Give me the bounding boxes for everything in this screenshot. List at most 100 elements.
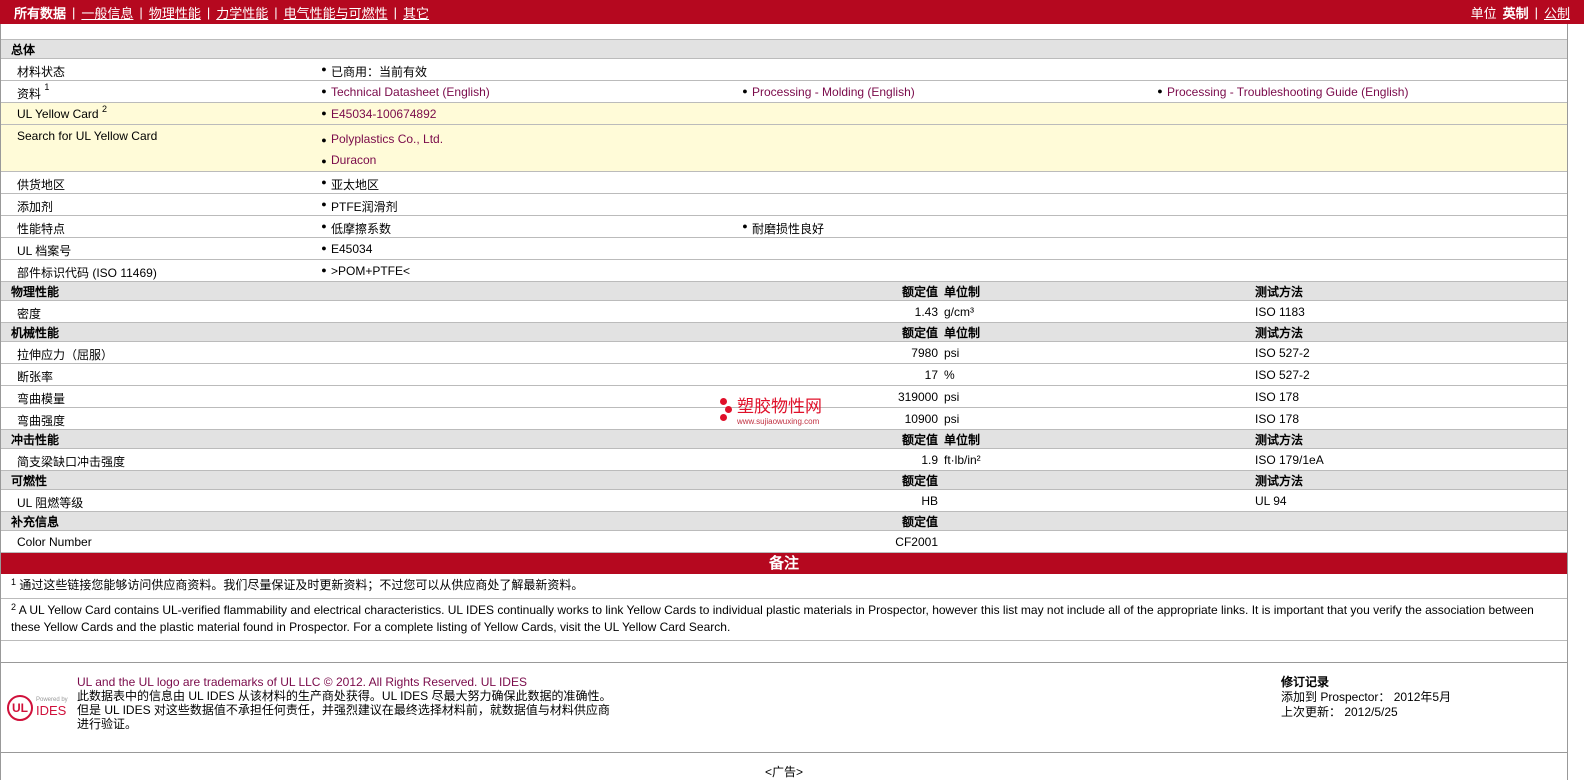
property-value: 17 xyxy=(924,368,938,382)
row-label: UL Yellow Card 2 xyxy=(17,104,107,121)
property-unit xyxy=(938,490,1255,511)
note-2: 2 A UL Yellow Card contains UL-verified … xyxy=(1,599,1567,641)
unit-label: 单位 xyxy=(1470,5,1497,21)
property-unit: ft·lb/in² xyxy=(944,453,981,467)
bullet-icon: ● xyxy=(321,135,327,145)
test-method: ISO 178 xyxy=(1255,412,1300,426)
row-label: Search for UL Yellow Card xyxy=(17,129,158,143)
property-unit: psi xyxy=(944,412,960,426)
ul-ides-logo: UL Powered by IDES xyxy=(7,675,77,740)
link[interactable]: Polyplastics Co., Ltd. xyxy=(331,129,443,149)
link[interactable]: Processing - Molding (English) xyxy=(752,85,915,99)
row-label: 材料状态 xyxy=(17,65,66,79)
watermark: 塑胶物性网 www.sujiaowuxing.com xyxy=(719,392,822,426)
value: PTFE润滑剂 xyxy=(331,200,398,214)
link[interactable]: Technical Datasheet (English) xyxy=(331,85,490,99)
test-method: ISO 179/1eA xyxy=(1255,453,1324,467)
disclaimer-text: 此数据表中的信息由 UL IDES 从该材料的生产商处获得。UL IDES 尽最… xyxy=(77,689,612,731)
link[interactable]: E45034-100674892 xyxy=(331,107,436,121)
nav-all-data[interactable]: 所有数据 xyxy=(14,3,66,22)
test-method: UL 94 xyxy=(1255,494,1287,508)
trademark-text[interactable]: UL and the UL logo are trademarks of UL … xyxy=(77,675,617,689)
bullet-icon: ● xyxy=(321,265,327,275)
property-value: 319000 xyxy=(897,390,938,404)
general-row: 材料状态 ● 已商用：当前有效 xyxy=(1,59,1567,81)
property-unit: psi xyxy=(944,390,960,404)
bullet-icon: ● xyxy=(321,64,327,74)
general-row: UL Yellow Card 2 ● E45034-100674892 xyxy=(1,103,1567,125)
bullet-icon: ● xyxy=(321,221,327,231)
link[interactable]: Duracon xyxy=(331,150,376,170)
general-row: 添加剂 ● PTFE润滑剂 xyxy=(1,194,1567,216)
section-header: 机械性能 额定值 单位制 测试方法 xyxy=(1,323,1567,342)
section-header: 冲击性能 额定值 单位制 测试方法 xyxy=(1,430,1567,449)
general-row: 性能特点 ● 低摩擦系数 ● 耐磨损性良好 xyxy=(1,216,1567,238)
nav-mechanical[interactable]: 力学性能 xyxy=(216,3,268,22)
bullet-icon: ● xyxy=(742,86,748,96)
nav-other[interactable]: 其它 xyxy=(403,3,429,22)
row-label: 资料 1 xyxy=(17,82,50,101)
property-value: HB xyxy=(921,494,938,508)
property-row: 拉伸应力（屈服） 7980 psi ISO 527-2 xyxy=(1,342,1567,364)
property-row: UL 阻燃等级 HB UL 94 xyxy=(1,490,1567,512)
footer: UL Powered by IDES UL and the UL logo are … xyxy=(1,663,1567,753)
property-row: 密度 1.43 g/cm³ ISO 1183 xyxy=(1,301,1567,323)
row-label: 添加剂 xyxy=(17,200,54,214)
bullet-icon: ● xyxy=(1157,86,1163,96)
unit-imperial: 英制 xyxy=(1502,5,1529,21)
section-header: 补充信息 额定值 xyxy=(1,512,1567,531)
section-general: 总体 xyxy=(1,40,1567,59)
notes-title: 备注 xyxy=(1,553,1567,574)
value: 耐磨损性良好 xyxy=(752,222,825,236)
test-method: ISO 527-2 xyxy=(1255,368,1310,382)
section-header: 可燃性 额定值 测试方法 xyxy=(1,471,1567,490)
bullet-icon: ● xyxy=(321,199,327,209)
bullet-icon: ● xyxy=(742,221,748,231)
nav-general[interactable]: 一般信息 xyxy=(81,3,133,22)
row-label: UL 档案号 xyxy=(17,244,72,258)
property-value: 10900 xyxy=(904,412,938,426)
value: E45034 xyxy=(331,242,373,256)
property-unit xyxy=(938,531,1255,552)
property-row: Color Number CF2001 xyxy=(1,531,1567,553)
bullet-icon: ● xyxy=(321,86,327,96)
unit-metric-link[interactable]: 公制 xyxy=(1544,3,1570,22)
bullet-icon: ● xyxy=(321,243,327,253)
value: 低摩擦系数 xyxy=(331,222,392,236)
property-unit: g/cm³ xyxy=(944,305,974,319)
value: >POM+PTFE< xyxy=(331,264,411,278)
nav-electrical[interactable]: 电气性能与可燃性 xyxy=(284,3,388,22)
link[interactable]: Processing - Troubleshooting Guide (Engl… xyxy=(1167,85,1408,99)
bullet-icon: ● xyxy=(321,177,327,187)
general-row: UL 档案号 ● E45034 xyxy=(1,238,1567,260)
category-nav: 所有数据 | 一般信息 | 物理性能 | 力学性能 | 电气性能与可燃性 | 其它 单位 … xyxy=(0,0,1584,24)
property-value: CF2001 xyxy=(895,535,938,549)
property-row: 简支梁缺口冲击强度 1.9 ft·lb/in² ISO 179/1eA xyxy=(1,449,1567,471)
row-label: 部件标识代码 (ISO 11469) xyxy=(17,266,157,280)
general-row: Search for UL Yellow Card ● Polyplastics C… xyxy=(1,125,1567,172)
property-unit: % xyxy=(944,368,955,382)
property-value: 1.9 xyxy=(921,453,938,467)
general-row: 部件标识代码 (ISO 11469) ● >POM+PTFE< xyxy=(1,260,1567,282)
property-value: 1.43 xyxy=(914,305,938,319)
nav-physical[interactable]: 物理性能 xyxy=(149,3,201,22)
property-unit: psi xyxy=(944,346,960,360)
datasheet: 总体 材料状态 ● 已商用：当前有效资料 1 ● Technical Datasheet… xyxy=(0,24,1568,780)
test-method: ISO 178 xyxy=(1255,390,1300,404)
value: 已商用：当前有效 xyxy=(331,65,428,79)
bullet-icon: ● xyxy=(321,156,327,166)
test-method: ISO 1183 xyxy=(1255,305,1305,319)
test-method: ISO 527-2 xyxy=(1255,346,1310,360)
value: 亚太地区 xyxy=(331,178,380,192)
bullet-icon: ● xyxy=(321,108,327,118)
section-header: 物理性能 额定值 单位制 测试方法 xyxy=(1,282,1567,301)
general-row: 供货地区 ● 亚太地区 xyxy=(1,172,1567,194)
property-row: 断张率 17% ISO 527-2 xyxy=(1,364,1567,386)
general-row: 资料 1 ● Technical Datasheet (English) ● Proce… xyxy=(1,81,1567,103)
property-value: 7980 xyxy=(911,346,938,360)
row-label: 性能特点 xyxy=(17,222,66,236)
ad-placeholder: <广告> xyxy=(764,765,804,779)
row-label: 供货地区 xyxy=(17,178,66,192)
note-1: 1 通过这些链接您能够访问供应商资料。我们尽量保证及时更新资料；不过您可以从供应… xyxy=(1,574,1567,599)
revision-history: 修订记录 添加到 Prospector： 2012年5月 上次更新： 2012/… xyxy=(1281,675,1452,719)
